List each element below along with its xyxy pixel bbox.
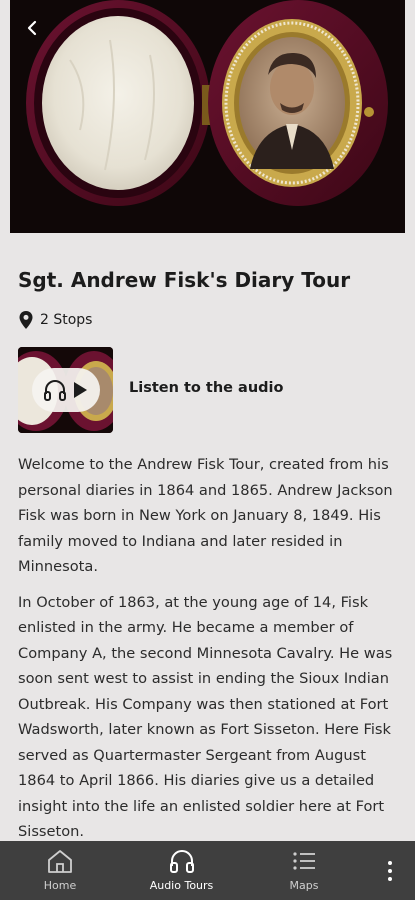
nav-item-home[interactable]: Home [0, 841, 120, 900]
locket-photo [26, 0, 388, 206]
nav-item-label: Home [43, 879, 77, 892]
map-pin-icon [19, 311, 33, 329]
more-options-button[interactable] [365, 841, 415, 900]
home-icon [48, 850, 72, 873]
more-vertical-icon [388, 860, 392, 881]
audio-thumbnail [18, 347, 113, 433]
headphones-icon [44, 380, 66, 401]
back-button[interactable] [22, 18, 42, 38]
audio-player-row[interactable]: Listen to the audio [18, 347, 398, 433]
stops-label: 2 Stops [40, 312, 93, 328]
tour-title: Sgt. Andrew Fisk's Diary Tour [18, 268, 351, 292]
stops-count: 2 Stops [18, 310, 92, 330]
nav-item-maps[interactable]: Maps [243, 841, 365, 900]
description-paragraph: In October of 1863, at the young age of … [18, 593, 393, 841]
chevron-left-icon [27, 20, 37, 36]
description-paragraph: Welcome to the Andrew Fisk Tour, created… [18, 456, 393, 575]
nav-item-label: Audio Tours [149, 879, 214, 892]
headphones-icon [169, 850, 194, 873]
tour-description: Welcome to the Andrew Fisk Tour, created… [18, 452, 402, 855]
nav-item-audio-tours[interactable]: Audio Tours [120, 841, 243, 900]
hero-image [10, 0, 405, 233]
audio-label: Listen to the audio [129, 380, 284, 396]
list-icon [293, 852, 315, 870]
play-icon [74, 382, 87, 398]
bottom-navigation: Home Audio Tours Maps [0, 841, 415, 900]
nav-item-label: Maps [289, 879, 319, 892]
play-audio-button[interactable] [32, 368, 100, 412]
